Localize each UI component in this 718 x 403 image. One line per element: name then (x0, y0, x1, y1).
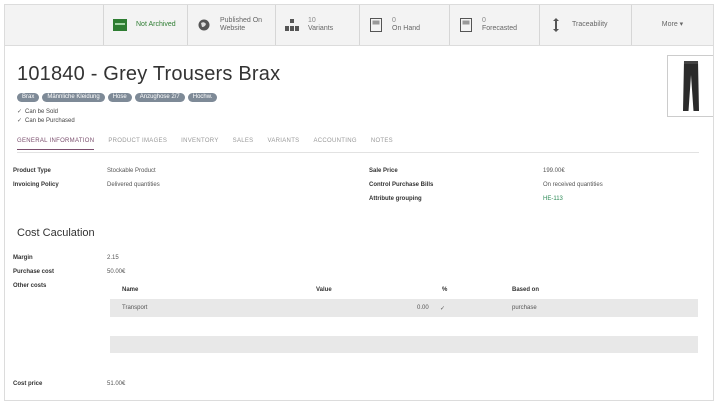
purchase-cost-field[interactable]: 50.00€ (107, 269, 125, 275)
other-costs-label: Other costs (13, 283, 47, 289)
smart-button-text: 10 Variants (308, 17, 333, 33)
other-costs-table-header: Name Value % Based on (110, 287, 698, 297)
check-icon: ✓ (17, 109, 23, 115)
smart-button-label: Variants (308, 25, 334, 32)
archive-icon (112, 17, 128, 33)
smart-button-text: Published On Website (220, 17, 267, 33)
smart-button-count: 10 (308, 17, 316, 24)
smart-button-label: Forecasted (482, 25, 518, 32)
published-button[interactable]: Published On Website (187, 5, 275, 45)
tab-accounting[interactable]: ACCOUNTING (313, 138, 356, 150)
control-purchase-bills-field[interactable]: On received quantities (543, 182, 603, 188)
product-tags: Brax Männliche Kleidung Hose Anzughose 2/7 H… (17, 93, 218, 102)
smart-button-label: On Hand (392, 25, 421, 32)
can-be-purchased-flag[interactable]: ✓ Can be Purchased (17, 117, 75, 126)
smart-button-bar: Not Archived Published On Website 10 Varian… (5, 5, 713, 46)
column-header-name[interactable]: Name (122, 287, 138, 293)
traceability-button[interactable]: Traceability (539, 5, 631, 45)
forecasted-button[interactable]: 0 Forecasted (449, 5, 539, 45)
traceability-icon (548, 17, 564, 33)
cost-price-label: Cost price (13, 381, 43, 387)
can-be-purchased-label: Can be Purchased (25, 118, 75, 124)
control-purchase-bills-label: Control Purchase Bills (369, 182, 434, 188)
forecast-icon (458, 17, 474, 33)
smart-button-text: 0 On Hand (392, 17, 420, 33)
globe-icon (196, 17, 212, 33)
cell-based-on: purchase (512, 305, 537, 311)
variants-icon (284, 17, 300, 33)
tag-badge[interactable]: Hochw. (187, 93, 218, 102)
table-row[interactable]: Transport 0.00 ✓ purchase (110, 299, 698, 317)
cell-name: Transport (122, 305, 148, 311)
tab-sales[interactable]: SALES (233, 138, 254, 150)
cost-calculation-heading: Cost Caculation (17, 227, 95, 239)
smart-button-text: More ▾ (662, 21, 683, 29)
product-type-field[interactable]: Stockable Product (107, 168, 156, 174)
smart-button-label: Traceability (572, 21, 608, 28)
tag-badge[interactable]: Männliche Kleidung (42, 93, 105, 102)
smart-button-count: 0 (482, 17, 486, 24)
tag-badge[interactable]: Brax (17, 93, 40, 102)
product-form: Not Archived Published On Website 10 Varian… (4, 4, 714, 401)
margin-label: Margin (13, 255, 33, 261)
check-icon: ✓ (17, 118, 23, 124)
margin-field[interactable]: 2.15 (107, 255, 119, 261)
tab-variants[interactable]: VARIANTS (268, 138, 300, 150)
smart-button-text: Traceability (572, 21, 608, 29)
purchase-cost-label: Purchase cost (13, 269, 55, 275)
attribute-grouping-label: Attribute grouping (369, 196, 422, 202)
cell-percent: 0.00 (417, 305, 429, 311)
smart-button-text: 0 Forecasted (482, 17, 517, 33)
check-icon: ✓ (440, 306, 446, 312)
variants-button[interactable]: 10 Variants (275, 5, 359, 45)
tab-product-images[interactable]: PRODUCT IMAGES (108, 138, 167, 150)
trousers-icon (683, 61, 699, 111)
smart-button-count: 0 (392, 17, 396, 24)
column-header-value[interactable]: Value (316, 287, 332, 293)
tab-notes[interactable]: NOTES (371, 138, 393, 150)
can-be-sold-flag[interactable]: ✓ Can be Sold (17, 108, 75, 117)
tab-general-information[interactable]: GENERAL INFORMATION (17, 138, 95, 150)
sale-purchase-flags: ✓ Can be Sold ✓ Can be Purchased (17, 108, 75, 126)
column-header-percent[interactable]: % (442, 287, 447, 293)
cost-price-field[interactable]: 51.00€ (107, 381, 125, 387)
product-type-label: Product Type (13, 168, 51, 174)
attribute-grouping-link[interactable]: HE-113 (543, 196, 563, 202)
smart-button-label: Not Archived (136, 21, 176, 28)
product-title: 101840 - Grey Trousers Brax (17, 63, 281, 85)
sale-price-field[interactable]: 199.00€ (543, 168, 565, 174)
product-image[interactable] (667, 55, 713, 117)
sale-price-label: Sale Price (369, 168, 398, 174)
can-be-sold-label: Can be Sold (25, 109, 59, 115)
column-header-based-on[interactable]: Based on (512, 287, 539, 293)
smart-button-label: More ▾ (661, 21, 684, 28)
tab-divider (17, 152, 699, 153)
on-hand-button[interactable]: 0 On Hand (359, 5, 449, 45)
tag-badge[interactable]: Anzughose 2/7 (134, 93, 185, 102)
smart-button-text: Not Archived (136, 21, 176, 29)
tag-badge[interactable]: Hose (107, 93, 132, 102)
tab-inventory[interactable]: INVENTORY (181, 138, 219, 150)
notebook-tabs: GENERAL INFORMATION PRODUCT IMAGES INVENTO… (17, 138, 393, 150)
invoicing-policy-label: Invoicing Policy (13, 182, 59, 188)
not-archived-button[interactable]: Not Archived (103, 5, 187, 45)
invoicing-policy-field[interactable]: Delivered quantities (107, 182, 160, 188)
stock-icon (368, 17, 384, 33)
button-bar-spacer (5, 5, 103, 45)
add-line-row[interactable] (110, 336, 698, 353)
smart-button-label: Published On Website (220, 17, 263, 32)
more-button[interactable]: More ▾ (631, 5, 713, 45)
